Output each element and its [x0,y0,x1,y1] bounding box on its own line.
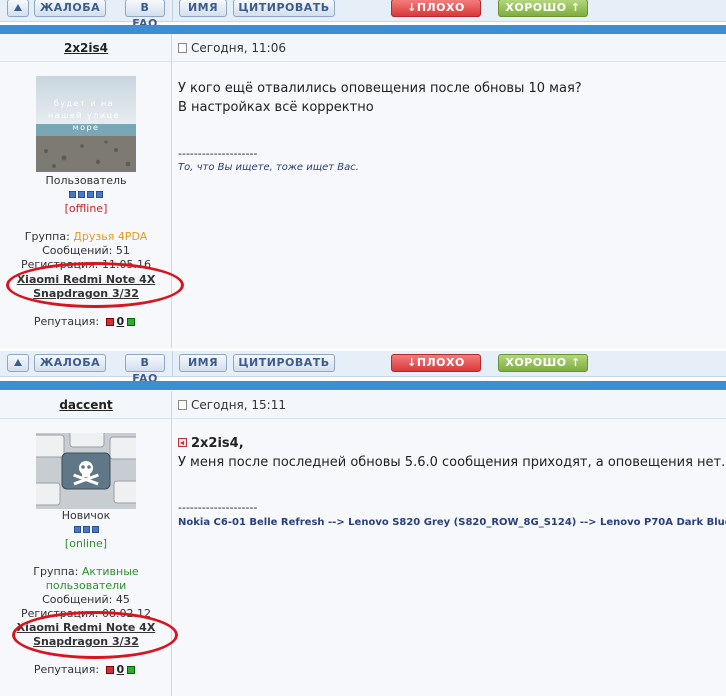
signature-divider: -------------------- [178,147,258,160]
name-button[interactable]: ИМЯ [179,0,227,17]
reputation: Репутация: 0 [0,663,172,677]
reputation-minus-icon[interactable] [105,666,114,674]
message-line: У кого ещё отвалились оповещения после о… [178,81,582,96]
reputation-label: Репутация: [33,663,100,676]
post-1: 2x2is4 Сегодня, 11:06 будет и на нашей у… [0,34,726,348]
complaint-button[interactable]: ЖАЛОБА [34,0,106,17]
bad-label: ПЛОХО [416,1,465,14]
good-label: ХОРОШО [505,356,567,369]
device-line-1[interactable]: Xiaomi Redmi Note 4X [0,273,172,287]
post-message: 2x2is4, У меня после последней обновы 5.… [178,434,725,472]
status-badge: [online] [64,537,108,550]
message-line: В настройках всё корректно [178,100,374,115]
messages-label: Сообщений: [42,593,113,606]
post-toolbar-middle: ЖАЛОБА В FAQ ИМЯ ЦИТИРОВАТЬ ↓ПЛОХО ХОРОШ… [0,351,726,385]
status-badge: [offline] [64,202,108,215]
signature: То, что Вы ищете, тоже ищет Вас. [178,162,359,173]
messages-count: 51 [115,244,130,257]
scroll-up-button[interactable] [7,354,29,372]
author-registration: Регистрация: 08.02.12 [21,607,151,620]
signature: Nokia C6-01 Belle Refresh --> Lenovo S82… [178,517,726,528]
bad-button[interactable]: ↓ПЛОХО [391,0,481,17]
reputation-value[interactable]: 0 [117,663,125,676]
post-separator [0,25,726,34]
author-nick[interactable]: 2x2is4 [0,41,172,55]
group-label: Группа: [33,565,79,578]
post-separator [0,381,726,390]
message-line: У меня после последней обновы 5.6.0 сооб… [178,455,726,470]
reply-arrow-icon[interactable] [178,438,187,447]
quote-button[interactable]: ЦИТИРОВАТЬ [233,0,335,17]
name-button[interactable]: ИМЯ [179,354,227,372]
device-line-2[interactable]: Snapdragon 3/32 [0,287,172,301]
author-nick[interactable]: daccent [0,398,172,412]
post-toolbar-top: ЖАЛОБА В FAQ ИМЯ ЦИТИРОВАТЬ ↓ПЛОХО ХОРОШ… [0,0,726,30]
bad-button[interactable]: ↓ПЛОХО [391,354,481,372]
quote-button[interactable]: ЦИТИРОВАТЬ [233,354,335,372]
faq-button[interactable]: В FAQ [125,354,165,385]
arrow-up-icon: ↑ [570,356,581,369]
author-messages: Сообщений: 51 [0,244,172,258]
arrow-down-icon: ↓ [407,1,417,14]
post-date: Сегодня, 11:06 [178,41,286,55]
author-group-cont: пользователи [45,579,127,592]
author-rank: Пользователь [45,174,127,187]
avatar: будет и на нашей улице море [36,76,136,172]
good-button[interactable]: ХОРОШО ↑ [498,0,588,17]
toolbar-divider [172,351,173,377]
reputation-minus-icon[interactable] [105,318,114,326]
good-button[interactable]: ХОРОШО ↑ [498,354,588,372]
faq-button[interactable]: В FAQ [125,0,165,30]
reputation-plus-icon[interactable] [127,666,136,674]
good-label: ХОРОШО [505,1,567,14]
reputation-label: Репутация: [33,315,100,328]
post-message: У кого ещё отвалились оповещения после о… [178,79,582,117]
rank-indicator [0,188,172,202]
group-value: Активные [81,565,139,578]
reply-to-nick[interactable]: 2x2is4, [191,436,244,451]
device-line-2[interactable]: Snapdragon 3/32 [0,635,172,649]
messages-label: Сообщений: [42,244,113,257]
reputation: Репутация: 0 [0,315,172,329]
group-label: Группа: [24,230,70,243]
complaint-button[interactable]: ЖАЛОБА [34,354,106,372]
post-2: daccent Сегодня, 15:11 Новичок [online] … [0,391,726,696]
reputation-value[interactable]: 0 [117,315,125,328]
arrow-up-icon: ↑ [570,1,581,14]
scroll-up-button[interactable] [7,0,29,17]
rank-indicator [0,523,172,537]
toolbar-divider [172,0,173,22]
arrow-down-icon: ↓ [407,356,417,369]
author-rank: Новичок [61,509,111,522]
signature-divider: -------------------- [178,501,258,514]
author-registration: Регистрация: 11.05.16 [21,258,151,271]
messages-count: 45 [115,593,130,606]
group-value: Друзья 4PDA [73,230,148,243]
author-group: Группа: Активные [0,565,172,579]
bad-label: ПЛОХО [416,356,465,369]
author-group: Группа: Друзья 4PDA [0,230,172,244]
device-line-1[interactable]: Xiaomi Redmi Note 4X [0,621,172,635]
author-messages: Сообщений: 45 [0,593,172,607]
reputation-plus-icon[interactable] [127,318,136,326]
post-date: Сегодня, 15:11 [178,398,286,412]
